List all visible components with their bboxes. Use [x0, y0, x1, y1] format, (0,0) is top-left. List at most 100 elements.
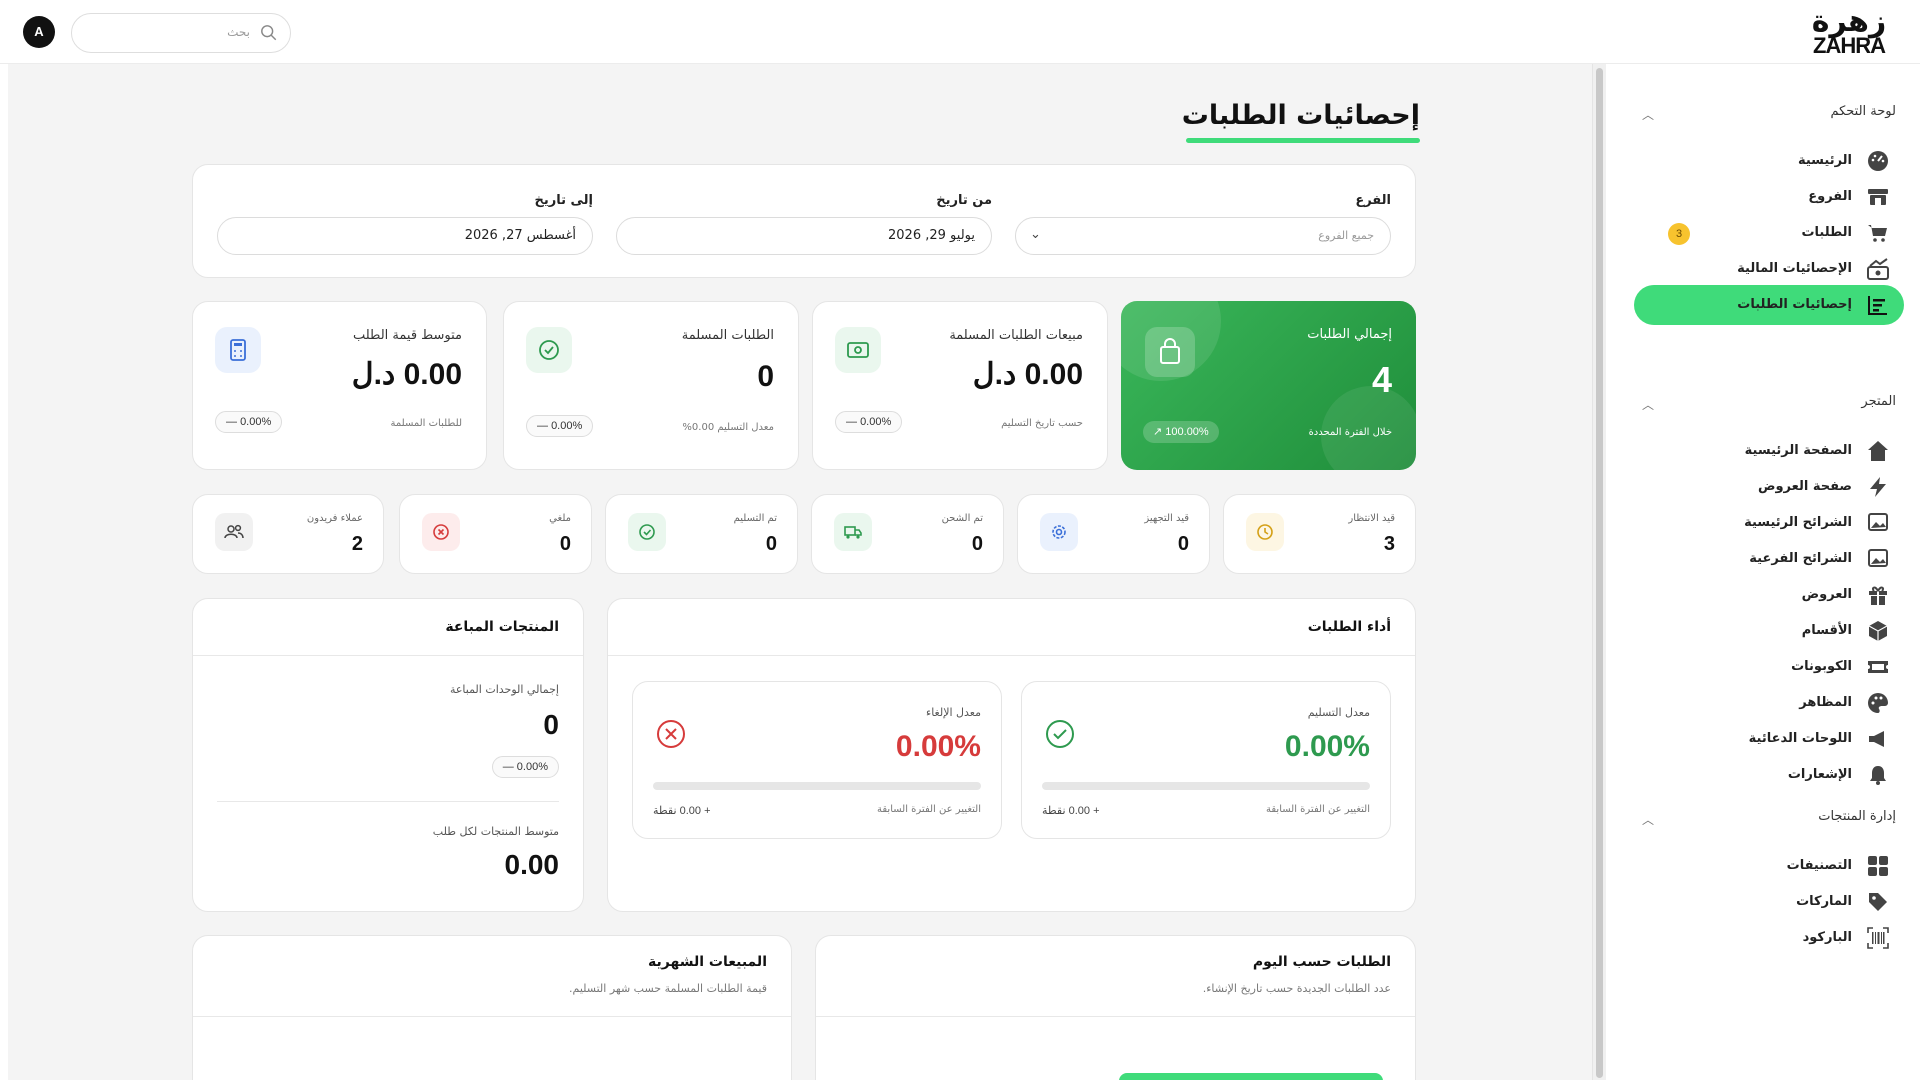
sidebar-item-financial-stats[interactable]: الإحصائيات المالية — [1634, 249, 1904, 289]
sidebar-item-notifications[interactable]: الإشعارات — [1634, 755, 1904, 795]
search-input[interactable]: بحث — [71, 13, 291, 53]
sidebar-item-sub-sliders[interactable]: الشرائح الفرعية — [1634, 539, 1904, 579]
monthly-title: المبيعات الشهرية — [648, 954, 767, 970]
grid-icon — [1868, 856, 1888, 876]
check-circle-icon — [639, 524, 655, 540]
from-date-label: من تاريخ — [936, 193, 992, 208]
daily-orders-card: الطلبات حسب اليوم عدد الطلبات الجديدة حس… — [815, 935, 1416, 1080]
rate-points: + 0.00 نقطة — [1042, 805, 1100, 817]
bell-icon — [1870, 766, 1886, 785]
sidebar-item-orders[interactable]: الطلبات 3 — [1634, 213, 1904, 253]
rate-change-label: التغيير عن الفترة السابقة — [877, 804, 981, 815]
sidebar-item-branches[interactable]: الفروع — [1634, 177, 1904, 217]
kpi-avg-order-value: متوسط قيمة الطلب 0.00 د.ل للطلبات المسلم… — [192, 301, 487, 470]
sidebar-section-dashboard[interactable]: لوحة التحكم ︿ — [1636, 104, 1896, 130]
kpi-sub: معدل التسليم 0.00% — [682, 422, 774, 433]
status-icon-box — [628, 513, 666, 551]
sidebar-item-offers-page[interactable]: صفحة العروض — [1634, 467, 1904, 507]
sidebar-item-label: الصفحة الرئيسية — [1744, 443, 1852, 458]
sidebar-item-label: الماركات — [1796, 894, 1852, 909]
status-label: ملغي — [549, 513, 571, 524]
rate-change-label: التغيير عن الفترة السابقة — [1266, 804, 1370, 815]
sidebar-item-label: الشرائح الفرعية — [1749, 551, 1852, 566]
status-label: تم التسليم — [733, 513, 777, 524]
cart-icon — [1868, 225, 1887, 242]
from-date-input[interactable]: يوليو 29, 2026 — [616, 217, 992, 255]
products-sold-card: المنتجات المباعة إجمالي الوحدات المباعة … — [192, 598, 584, 912]
divider — [217, 801, 559, 802]
sidebar-item-barcode[interactable]: الباركود — [1634, 918, 1904, 958]
search-placeholder: بحث — [227, 25, 250, 39]
sidebar-item-main-sliders[interactable]: الشرائح الرئيسية — [1634, 503, 1904, 543]
sidebar-item-ad-boards[interactable]: اللوحات الدعائية — [1634, 719, 1904, 759]
search-icon — [261, 25, 277, 41]
status-icon-box — [1040, 513, 1078, 551]
home-icon — [1868, 441, 1888, 461]
bolt-icon — [1870, 477, 1886, 497]
dashboard-icon — [1868, 151, 1888, 171]
sidebar-item-classifications[interactable]: التصنيفات — [1634, 846, 1904, 886]
rate-value: 0.00% — [1284, 730, 1370, 763]
section-title: لوحة التحكم — [1830, 104, 1896, 119]
kpi-value: 0.00 د.ل — [351, 358, 462, 391]
kpi-icon-box — [526, 327, 572, 373]
sidebar-section-products[interactable]: إدارة المنتجات ︿ — [1636, 809, 1896, 835]
sidebar-item-themes[interactable]: المظاهر — [1634, 683, 1904, 723]
sidebar-item-label: الباركود — [1802, 930, 1852, 945]
sidebar-item-label: الفروع — [1808, 189, 1852, 204]
branch-select[interactable]: جميع الفروع ⌄ — [1015, 217, 1391, 255]
check-circle-icon — [539, 340, 559, 360]
sidebar-item-label: اللوحات الدعائية — [1748, 731, 1852, 746]
top-bar: زهرة ZAHRA بحث A — [0, 0, 1920, 64]
users-icon — [224, 524, 244, 539]
scrollbar-thumb[interactable] — [1596, 68, 1603, 1078]
kpi-icon-box — [215, 327, 261, 373]
sidebar-item-label: العروض — [1801, 587, 1852, 602]
section-title: إدارة المنتجات — [1818, 809, 1896, 824]
rate-points: + 0.00 نقطة — [653, 805, 711, 817]
daily-subtitle: عدد الطلبات الجديدة حسب تاريخ الإنشاء. — [1202, 982, 1391, 995]
kpi-icon-box — [1145, 327, 1195, 377]
to-date-input[interactable]: أغسطس 27, 2026 — [217, 217, 593, 255]
sidebar-item-offers[interactable]: العروض — [1634, 575, 1904, 615]
status-unique-customers[interactable]: عملاء فريدون 2 — [192, 494, 384, 574]
units-label: إجمالي الوحدات المباعة — [449, 683, 559, 696]
zahra-logo[interactable]: زهرة ZAHRA — [1804, 7, 1894, 57]
units-change-pill: 0.00% — — [491, 756, 559, 778]
kpi-sub: للطلبات المسلمة — [390, 418, 462, 429]
sidebar: لوحة التحكم ︿ الرئيسية الفروع الطلبات 3 … — [1614, 64, 1920, 1080]
branch-label: الفرع — [1355, 193, 1391, 208]
status-label: قيد الانتظار — [1348, 513, 1395, 524]
sidebar-section-store[interactable]: المتجر ︿ — [1636, 394, 1896, 420]
kpi-value: 0.00 د.ل — [972, 358, 1083, 391]
sidebar-item-homepage[interactable]: الصفحة الرئيسية — [1634, 431, 1904, 471]
kpi-sub: خلال الفترة المحددة — [1308, 427, 1392, 438]
user-avatar[interactable]: A — [23, 16, 55, 48]
status-label: تم الشحن — [941, 513, 983, 524]
sidebar-item-home[interactable]: الرئيسية — [1634, 141, 1904, 181]
status-icon-box — [422, 513, 460, 551]
status-pending[interactable]: قيد الانتظار 3 — [1223, 494, 1416, 574]
main-scrollbar[interactable] — [1592, 64, 1606, 1080]
status-value: 0 — [1177, 533, 1189, 555]
from-date-value: يوليو 29, 2026 — [888, 228, 975, 243]
status-delivered[interactable]: تم التسليم 0 — [605, 494, 798, 574]
sidebar-item-orders-stats[interactable]: إحصائيات الطلبات — [1634, 285, 1904, 325]
sidebar-item-coupons[interactable]: الكوبونات — [1634, 647, 1904, 687]
sidebar-item-categories[interactable]: الأقسام — [1634, 611, 1904, 651]
kpi-change-pill: 100.00% ↗ — [1143, 421, 1219, 443]
divider — [816, 1016, 1415, 1017]
box-icon — [1868, 621, 1888, 641]
kpi-title: مبيعات الطلبات المسلمة — [949, 328, 1083, 343]
barcode-icon — [1867, 927, 1889, 949]
status-cancelled[interactable]: ملغي 0 — [399, 494, 592, 574]
units-value: 0 — [543, 709, 559, 740]
status-shipped[interactable]: تم الشحن 0 — [811, 494, 1004, 574]
daily-title: الطلبات حسب اليوم — [1252, 954, 1391, 970]
to-date-value: أغسطس 27, 2026 — [464, 228, 576, 243]
sidebar-item-label: المظاهر — [1799, 695, 1852, 710]
sidebar-item-brands[interactable]: الماركات — [1634, 882, 1904, 922]
status-value: 3 — [1383, 533, 1395, 555]
status-processing[interactable]: قيد التجهيز 0 — [1017, 494, 1210, 574]
sidebar-item-label: التصنيفات — [1786, 858, 1852, 873]
